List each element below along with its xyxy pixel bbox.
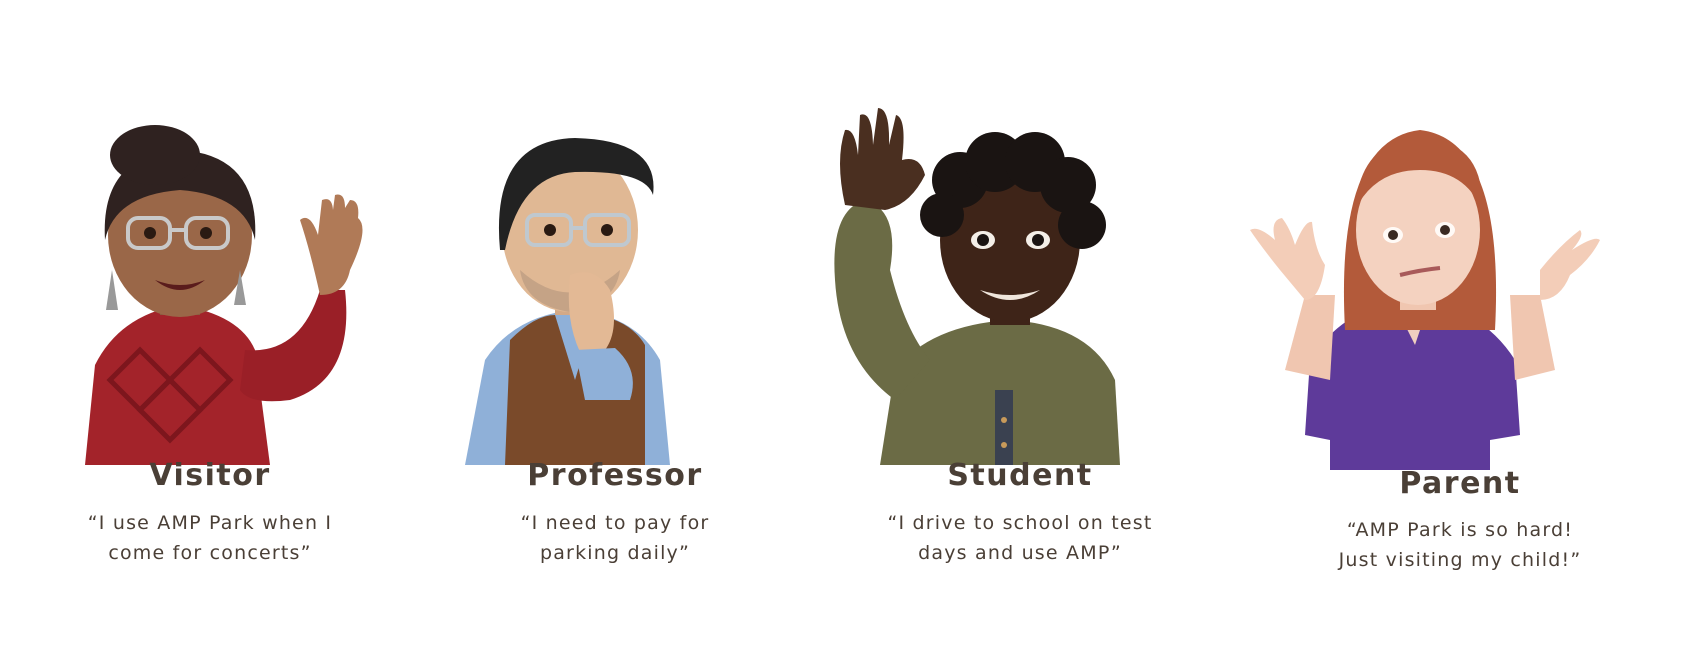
- quote-line: days and use AMP”: [918, 542, 1122, 564]
- persona-name: Professor: [527, 458, 703, 493]
- quote-line: “I drive to school on test: [887, 512, 1153, 534]
- persona-parent: Parent “AMP Park is so hard! Just visiti…: [1250, 0, 1670, 665]
- persona-quote: “AMP Park is so hard! Just visiting my c…: [1250, 515, 1670, 575]
- persona-name: Visitor: [149, 458, 271, 493]
- student-avatar-icon: [810, 100, 1230, 470]
- professor-avatar-icon: [405, 100, 825, 470]
- persona-quote: “I need to pay for parking daily”: [405, 508, 825, 568]
- quote-line: “AMP Park is so hard!: [1346, 519, 1574, 541]
- quote-line: Just visiting my child!”: [1338, 549, 1582, 571]
- persona-quote: “I drive to school on test days and use …: [810, 508, 1230, 568]
- quote-line: parking daily”: [539, 542, 691, 564]
- persona-professor: Professor “I need to pay for parking dai…: [405, 0, 825, 665]
- persona-quote: “I use AMP Park when I come for concerts…: [0, 508, 420, 568]
- persona-visitor: Visitor “I use AMP Park when I come for …: [0, 0, 420, 665]
- visitor-avatar-icon: [0, 100, 420, 470]
- persona-student: Student “I drive to school on test days …: [810, 0, 1230, 665]
- quote-line: “I use AMP Park when I: [87, 512, 333, 534]
- parent-avatar-icon: [1250, 100, 1670, 470]
- quote-line: come for concerts”: [108, 542, 312, 564]
- persona-name: Student: [947, 458, 1093, 493]
- persona-name: Parent: [1399, 466, 1521, 501]
- quote-line: “I need to pay for: [520, 512, 710, 534]
